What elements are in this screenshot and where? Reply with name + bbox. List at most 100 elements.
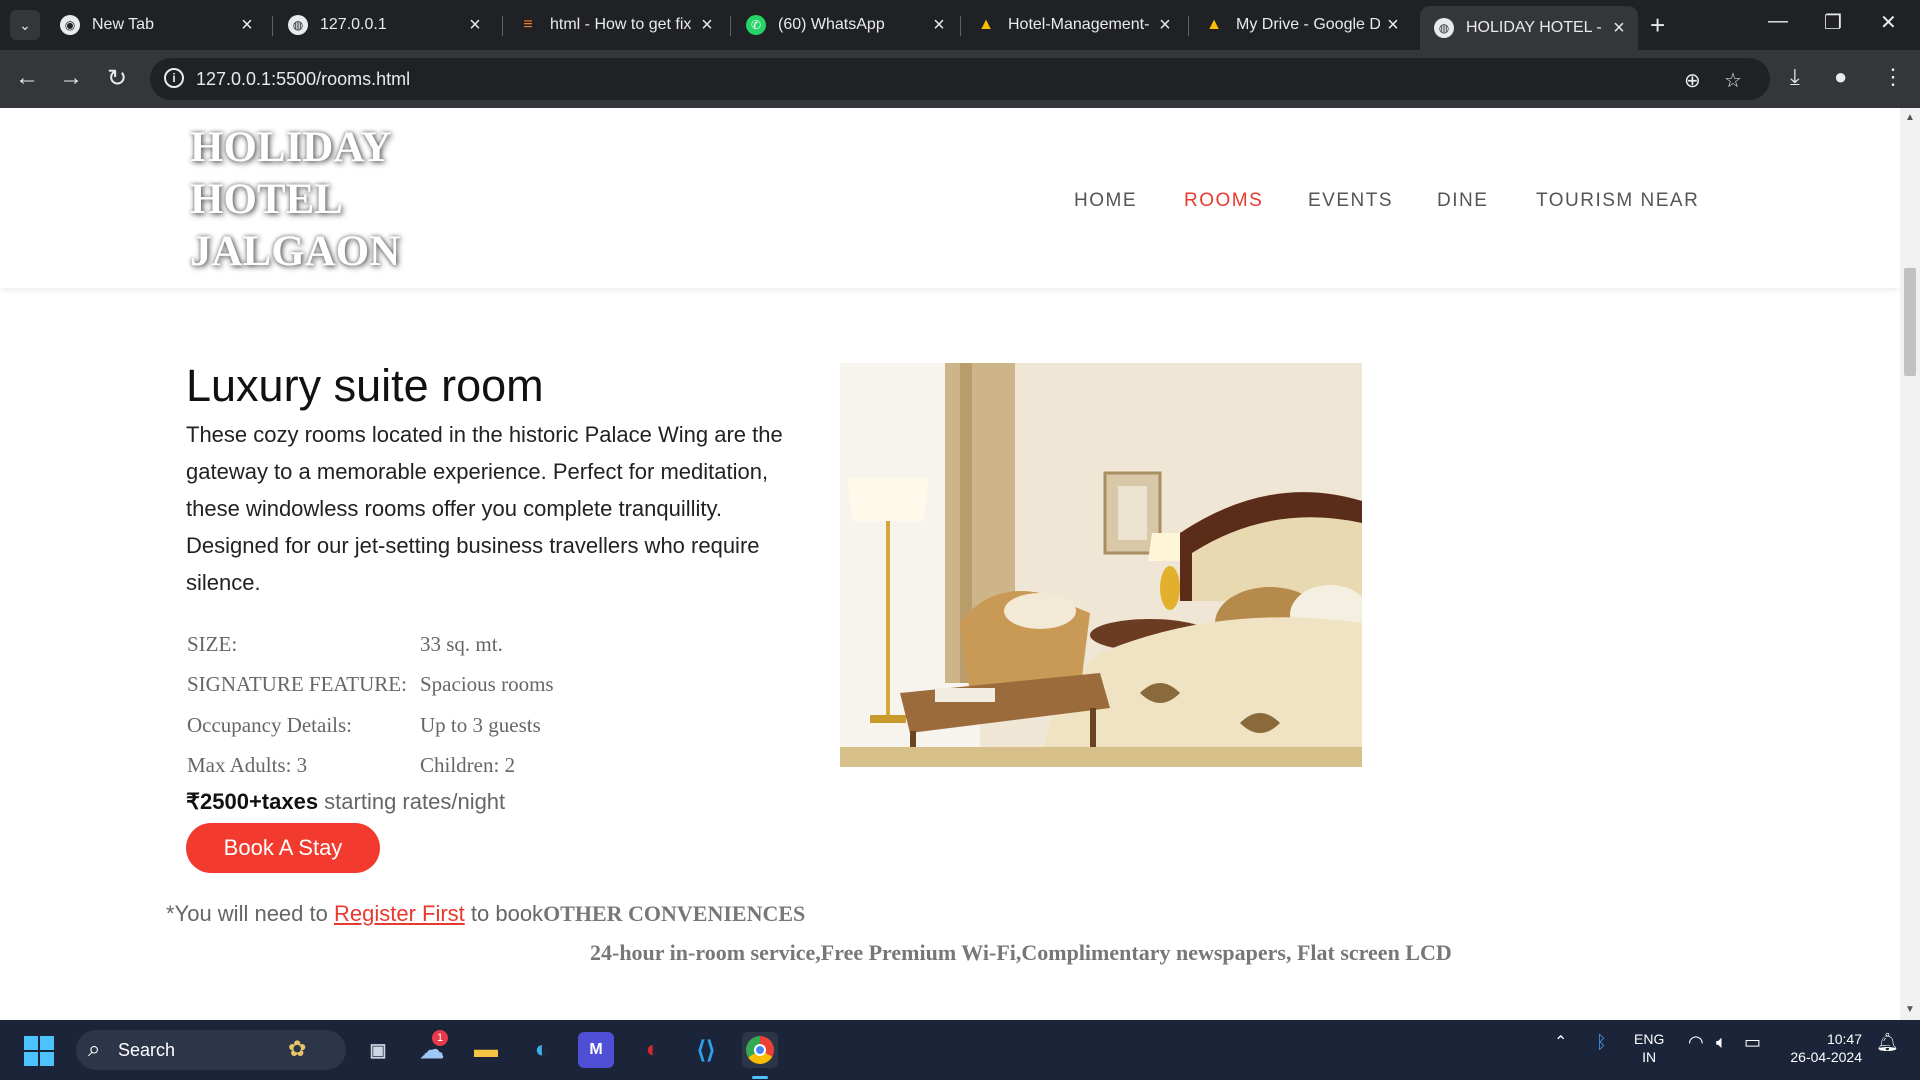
- close-tab-icon[interactable]: ×: [234, 14, 260, 37]
- whatsapp-icon: ✆: [746, 15, 766, 35]
- tab-title: 127.0.0.1: [320, 16, 387, 33]
- conveniences-title: OTHER CONVENIENCES: [543, 901, 806, 926]
- close-tab-icon[interactable]: ×: [694, 14, 720, 37]
- tab-separator: [272, 16, 273, 36]
- profile-icon[interactable]: ●: [1834, 64, 1847, 90]
- nav-tourism-near[interactable]: TOURISM NEAR: [1536, 190, 1699, 212]
- note-prefix: *You will need to: [166, 901, 334, 926]
- register-note: *You will need to Register First to book…: [166, 901, 805, 927]
- spec-value: Spacious rooms: [420, 672, 554, 696]
- spec-label: Max Adults: 3: [187, 753, 308, 777]
- browser-toolbar: ← → ↻ i 127.0.0.1:5500/rooms.html ⊕ ☆ ⤓ …: [0, 50, 1920, 108]
- note-suffix: to book: [464, 901, 544, 926]
- tab-hotel-management[interactable]: ▲ Hotel-Management- ×: [962, 8, 1184, 42]
- editor-app-icon[interactable]: M: [578, 1032, 614, 1068]
- scroll-down-icon[interactable]: ▼: [1905, 1004, 1915, 1015]
- register-first-link[interactable]: Register First: [334, 901, 465, 926]
- zoom-icon[interactable]: ⊕: [1684, 68, 1701, 93]
- globe-icon: ◍: [288, 15, 308, 35]
- show-hidden-icons[interactable]: ⌃: [1554, 1032, 1567, 1052]
- tab-title: (60) WhatsApp: [778, 16, 885, 33]
- page-scrollbar[interactable]: ▲ ▼: [1900, 108, 1920, 1020]
- chrome-taskbar-icon[interactable]: [742, 1032, 778, 1068]
- system-clock[interactable]: 10:47 26-04-2024: [1782, 1030, 1862, 1066]
- taskbar-search[interactable]: ⌕ Search ✿: [76, 1030, 346, 1070]
- close-tab-icon[interactable]: ×: [462, 14, 488, 37]
- tab-localhost[interactable]: ◍ 127.0.0.1 ×: [274, 8, 494, 42]
- room-title: Luxury suite room: [186, 360, 544, 411]
- tab-title: My Drive - Google D: [1236, 16, 1380, 33]
- clock-date: 26-04-2024: [1790, 1049, 1862, 1065]
- file-explorer-icon[interactable]: ▬: [468, 1032, 504, 1068]
- volume-icon[interactable]: 🔈︎: [1716, 1032, 1727, 1053]
- browser-tab-bar: ⌄ ◉ New Tab × ◍ 127.0.0.1 × ≡ html - How…: [0, 0, 1920, 50]
- wifi-icon[interactable]: ◠: [1688, 1032, 1704, 1053]
- tab-new-tab[interactable]: ◉ New Tab ×: [46, 8, 266, 42]
- battery-icon[interactable]: ▭: [1744, 1032, 1761, 1053]
- minimize-icon[interactable]: —: [1768, 10, 1788, 33]
- spec-label: SIZE:: [187, 632, 238, 656]
- reload-icon[interactable]: ↻: [102, 64, 132, 93]
- price-suffix: starting rates/night: [318, 789, 506, 814]
- logo-line: HOTEL: [190, 176, 343, 223]
- spec-value: Children: 2: [420, 753, 516, 777]
- nav-home[interactable]: HOME: [1074, 190, 1137, 212]
- book-a-stay-button[interactable]: Book A Stay: [186, 823, 380, 873]
- forward-icon[interactable]: →: [56, 64, 86, 92]
- hotel-logo[interactable]: HOLIDAY HOTEL JALGAON: [190, 122, 430, 278]
- tab-title: HOLIDAY HOTEL - JA: [1466, 19, 1606, 36]
- close-tab-icon[interactable]: ×: [1380, 14, 1406, 37]
- language-indicator[interactable]: ENG IN: [1634, 1030, 1664, 1066]
- new-tab-button[interactable]: +: [1650, 10, 1665, 41]
- tab-title: html - How to get fix: [550, 16, 692, 33]
- price-amount: ₹2500+taxes: [186, 789, 319, 814]
- tab-separator: [1188, 16, 1189, 36]
- clock-time: 10:47: [1826, 1031, 1862, 1047]
- site-info-icon[interactable]: i: [164, 68, 184, 88]
- download-icon[interactable]: ⤓: [1790, 64, 1800, 90]
- bluetooth-icon[interactable]: ᛒ: [1596, 1032, 1607, 1053]
- spec-value: Up to 3 guests: [420, 713, 541, 737]
- nav-rooms[interactable]: ROOMS: [1184, 190, 1263, 212]
- globe-icon: ◍: [1434, 18, 1454, 38]
- active-app-indicator: [752, 1076, 768, 1079]
- back-icon[interactable]: ←: [12, 64, 42, 92]
- tab-holiday-hotel[interactable]: ◍ HOLIDAY HOTEL - JA ×: [1420, 6, 1638, 50]
- region-code: IN: [1642, 1049, 1657, 1065]
- spec-label: SIGNATURE FEATURE:: [187, 672, 407, 696]
- tab-my-drive[interactable]: ▲ My Drive - Google D ×: [1190, 8, 1412, 42]
- address-bar[interactable]: i 127.0.0.1:5500/rooms.html ⊕ ☆: [150, 58, 1770, 100]
- menu-dots-icon[interactable]: ⋮: [1882, 64, 1904, 90]
- vscode-icon[interactable]: ⟨⟩: [688, 1032, 724, 1068]
- tab-whatsapp[interactable]: ✆ (60) WhatsApp ×: [732, 8, 958, 42]
- notifications-bell-icon[interactable]: 🔔︎: [1876, 1032, 1899, 1053]
- bookmark-star-icon[interactable]: ☆: [1724, 68, 1742, 93]
- tab-title: Hotel-Management-: [1008, 16, 1150, 33]
- nav-events[interactable]: EVENTS: [1308, 190, 1393, 212]
- search-label: Search: [118, 1040, 176, 1060]
- mcafee-icon[interactable]: ◖: [632, 1032, 668, 1068]
- close-tab-icon[interactable]: ×: [1152, 14, 1178, 37]
- edge-icon[interactable]: ◐: [524, 1032, 560, 1068]
- tab-stackoverflow[interactable]: ≡ html - How to get fix ×: [504, 8, 726, 42]
- restore-icon[interactable]: ❐: [1824, 10, 1842, 35]
- tab-separator: [502, 16, 503, 36]
- windows-start-icon[interactable]: [24, 1036, 54, 1066]
- close-tab-icon[interactable]: ×: [926, 14, 952, 37]
- task-view-icon[interactable]: ▣: [360, 1032, 396, 1068]
- google-drive-icon: ▲: [1206, 16, 1222, 33]
- tab-title: New Tab: [92, 16, 154, 33]
- spec-value: 33 sq. mt.: [420, 632, 503, 656]
- close-window-icon[interactable]: ✕: [1880, 10, 1897, 35]
- conveniences-list: 24-hour in-room service,Free Premium Wi-…: [590, 940, 1452, 965]
- close-tab-icon[interactable]: ×: [1606, 17, 1632, 40]
- language-code: ENG: [1634, 1031, 1665, 1047]
- logo-line: HOLIDAY: [190, 124, 392, 171]
- tab-search-button[interactable]: ⌄: [10, 10, 40, 40]
- nav-dine[interactable]: DINE: [1437, 190, 1488, 212]
- chrome-icon: ◉: [60, 15, 80, 35]
- scroll-thumb[interactable]: [1904, 268, 1916, 376]
- url-text[interactable]: 127.0.0.1:5500/rooms.html: [196, 69, 410, 90]
- room-price: ₹2500+taxes starting rates/night: [186, 789, 505, 815]
- scroll-up-icon[interactable]: ▲: [1905, 112, 1915, 123]
